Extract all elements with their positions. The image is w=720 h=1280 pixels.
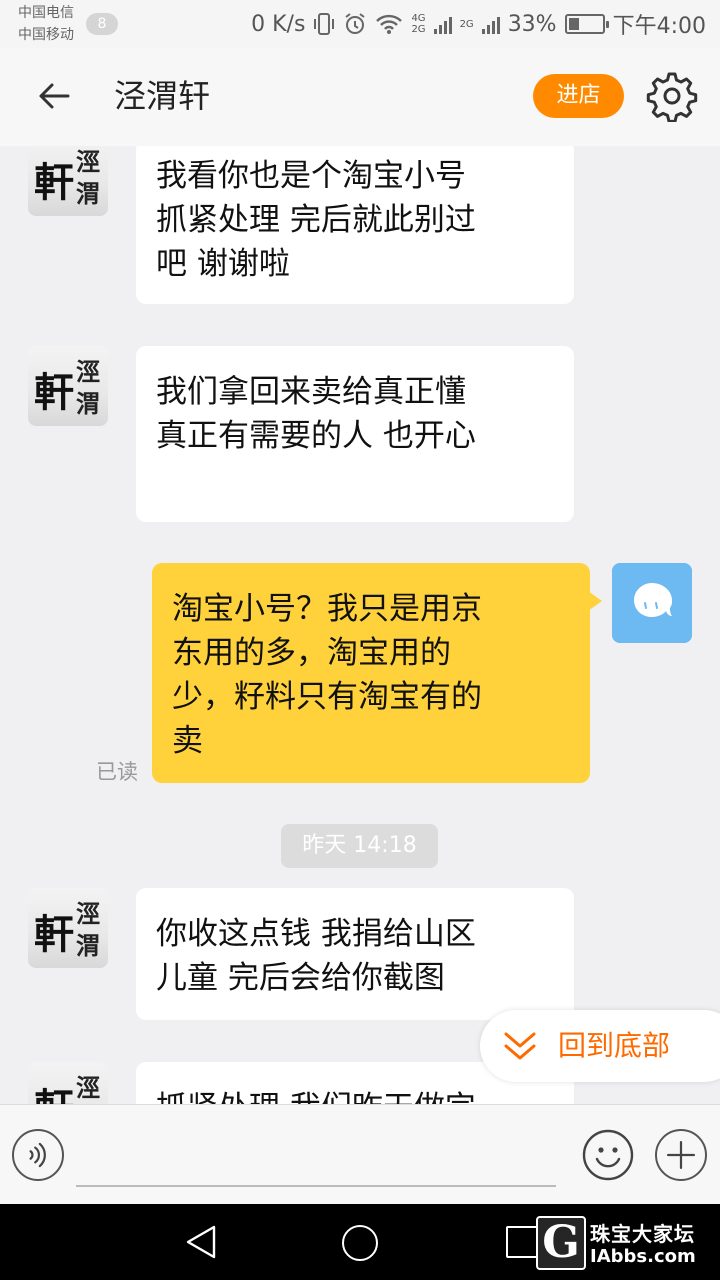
shop-avatar[interactable]: 軒 涇 渭: [28, 888, 108, 968]
input-bar: [0, 1104, 720, 1204]
nav-back-icon[interactable]: [184, 1224, 218, 1260]
voice-input-icon[interactable]: [12, 1129, 64, 1181]
signal-strength-1-icon: [433, 14, 452, 34]
chat-header: 泾渭轩 进店: [0, 48, 720, 146]
battery-icon: [564, 14, 609, 34]
scroll-to-bottom-button[interactable]: 回到底部: [480, 1010, 720, 1082]
enter-store-button[interactable]: 进店: [533, 74, 624, 118]
nav-home-icon[interactable]: [342, 1225, 378, 1261]
carrier-2: 中国移动: [18, 27, 74, 43]
read-receipt: 已读: [96, 760, 138, 784]
shop-avatar[interactable]: 軒 涇 渭: [28, 1062, 108, 1104]
notification-count-badge: 8: [86, 13, 118, 35]
double-chevron-down-icon: [504, 1032, 536, 1060]
network-type-2g: 2G: [459, 18, 474, 30]
system-nav-bar: G 珠宝大家坛 IAbbs.com: [0, 1204, 720, 1280]
shop-avatar[interactable]: 軒 涇 渭: [28, 346, 108, 426]
network-type-stack: 4G 2G: [411, 13, 426, 35]
chat-list[interactable]: 軒 涇 渭 我看你也是个淘宝小号 抓紧处理 完后就此别过 吧 谢谢啦 軒 涇 渭…: [0, 146, 720, 1104]
message-input[interactable]: [76, 1135, 556, 1187]
alarm-icon: [345, 13, 366, 34]
message-bubble-shop[interactable]: 你收这点钱 我捐给山区 儿童 完后会给你截图: [136, 888, 574, 1020]
watermark-logo: G 珠宝大家坛 IAbbs.com: [534, 1216, 720, 1272]
plus-icon[interactable]: [655, 1129, 707, 1181]
wifi-icon: [376, 14, 403, 34]
status-icons: 0 K/s 4G 2G 2G 33% 下午4:00: [251, 8, 706, 40]
battery-percent: 33%: [507, 11, 557, 37]
net-speed: 0 K/s: [251, 11, 306, 37]
message-bubble-me[interactable]: 淘宝小号？我只是用京 东用的多，淘宝用的 少，籽料只有淘宝有的 卖: [152, 563, 602, 783]
message-bubble-shop[interactable]: 我看你也是个淘宝小号 抓紧处理 完后就此别过 吧 谢谢啦: [136, 146, 574, 304]
page-title: 泾渭轩: [114, 77, 211, 115]
signal-strength-2-icon: [481, 14, 500, 34]
status-bar: 中国电信 中国移动 8 0 K/s 4G 2G 2G 33% 下午4:00: [0, 0, 720, 48]
emoji-icon[interactable]: [582, 1129, 634, 1181]
scroll-to-bottom-label: 回到底部: [558, 1029, 671, 1062]
my-avatar[interactable]: [612, 563, 692, 643]
back-arrow-icon[interactable]: [34, 76, 74, 116]
clock: 下午4:00: [612, 14, 706, 39]
carrier-1: 中国电信: [18, 5, 74, 21]
message-bubble-shop[interactable]: 我们拿回来卖给真正懂 真正有需要的人 也开心: [136, 346, 574, 522]
gear-icon[interactable]: [646, 70, 698, 122]
vibrate-icon: [314, 13, 335, 35]
shop-avatar[interactable]: 軒 涇 渭: [28, 146, 108, 216]
timestamp-divider: 昨天 14:18: [281, 824, 438, 868]
